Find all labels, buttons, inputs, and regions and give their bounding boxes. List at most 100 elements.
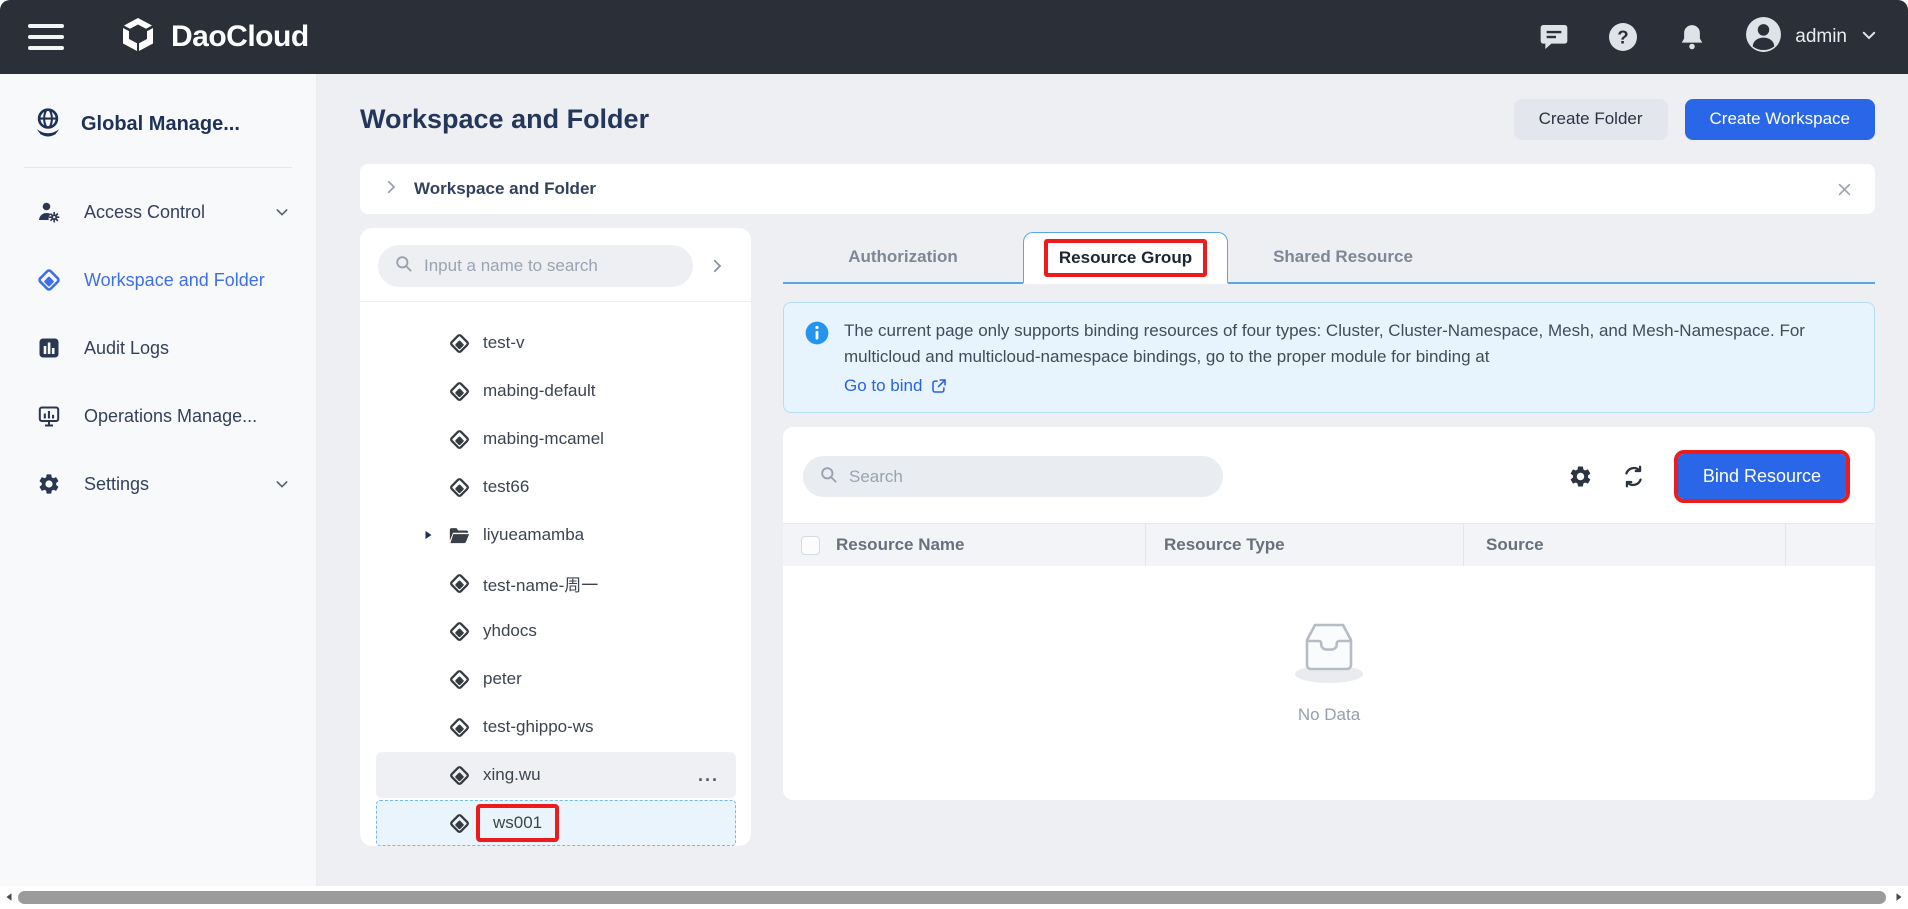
- resource-search: [803, 456, 1223, 497]
- workspace-tree-panel: test-v: [360, 228, 751, 846]
- tab-label-box: Shared Resource: [1273, 247, 1413, 267]
- tree-item[interactable]: yhdocs: [376, 608, 736, 654]
- info-alert: The current page only supports binding r…: [783, 302, 1875, 413]
- tree-item[interactable]: test66: [376, 464, 736, 510]
- tree-item[interactable]: peter: [376, 656, 736, 702]
- horizontal-scrollbar: [0, 886, 1908, 909]
- tree-item-icon: [448, 716, 470, 738]
- tree-item[interactable]: mabing-mcamel: [376, 416, 736, 462]
- tree-item-icon: [448, 668, 470, 690]
- tree-item-label: xing.wu: [483, 765, 541, 785]
- notifications-bell-icon[interactable]: [1676, 21, 1708, 53]
- bind-resource-button[interactable]: Bind Resource: [1678, 454, 1846, 499]
- table-settings-gear-icon[interactable]: [1568, 464, 1594, 490]
- tree-item[interactable]: liyueamamba: [376, 512, 736, 558]
- chevron-down-icon: [1860, 26, 1878, 49]
- chevron-down-icon: [274, 204, 290, 220]
- expand-arrow-icon[interactable]: [422, 529, 436, 541]
- help-icon[interactable]: ?: [1607, 21, 1639, 53]
- sidebar-item[interactable]: Access Control: [0, 178, 316, 246]
- sidebar-item-label: Audit Logs: [84, 338, 169, 359]
- user-menu[interactable]: admin: [1745, 16, 1878, 58]
- tree-search: [378, 245, 693, 287]
- table-body: No Data: [783, 566, 1875, 800]
- tree-item-label: test-ghippo-ws: [483, 717, 594, 737]
- annotation-box: Bind Resource: [1674, 450, 1850, 503]
- tree-item-icon: [448, 332, 470, 354]
- globe-icon: [32, 106, 64, 143]
- tree-item-label-box: test-name-周一: [483, 571, 598, 596]
- workspace-tree: test-v: [360, 302, 751, 846]
- empty-inbox-icon: [1291, 618, 1367, 689]
- external-link-icon: [930, 377, 948, 395]
- tree-item-label: liyueamamba: [483, 525, 584, 545]
- panel-collapse-button[interactable]: [693, 245, 741, 287]
- close-icon[interactable]: [1836, 181, 1853, 198]
- more-actions-button[interactable]: ...: [698, 770, 719, 780]
- detail-tabs: Authorization Resource Group Shared Reso…: [783, 232, 1875, 284]
- column-actions: [1785, 524, 1875, 566]
- tree-item-icon: [448, 428, 470, 450]
- sidebar-item[interactable]: Audit Logs: [0, 314, 316, 382]
- info-icon: [804, 318, 830, 399]
- page-title: Workspace and Folder: [360, 104, 649, 135]
- column-resource-type: Resource Type: [1145, 524, 1463, 566]
- tree-item[interactable]: test-v: [376, 320, 736, 366]
- topbar: DaoCloud ?: [0, 0, 1908, 74]
- sidebar-nav: Access Control: [0, 178, 316, 518]
- tree-item-label-box: mabing-default: [483, 381, 595, 401]
- refresh-icon[interactable]: [1621, 464, 1647, 490]
- alert-text: The current page only supports binding r…: [844, 321, 1805, 366]
- tab[interactable]: Resource Group: [1023, 232, 1228, 284]
- go-to-bind-link[interactable]: Go to bind: [844, 373, 948, 399]
- tree-item[interactable]: mabing-default: [376, 368, 736, 414]
- messages-icon[interactable]: [1538, 21, 1570, 53]
- tree-item-icon: [448, 380, 470, 402]
- create-workspace-button[interactable]: Create Workspace: [1685, 99, 1875, 140]
- sidebar-item[interactable]: Workspace and Folder: [0, 246, 316, 314]
- sidebar-item[interactable]: Operations Manage...: [0, 382, 316, 450]
- tree-item-label: ws001: [493, 813, 542, 833]
- go-to-bind-label: Go to bind: [844, 373, 922, 399]
- tree-item-label-box: test-v: [483, 333, 525, 353]
- tree-item-icon: [448, 572, 470, 594]
- tree-item[interactable]: ws001: [376, 800, 736, 846]
- tree-item[interactable]: test-name-周一: [376, 560, 736, 606]
- tab[interactable]: Shared Resource: [1228, 232, 1458, 282]
- column-source: Source: [1463, 524, 1785, 566]
- create-folder-button[interactable]: Create Folder: [1514, 99, 1668, 140]
- tree-item-label: test-v: [483, 333, 525, 353]
- chevron-right-icon: [382, 178, 400, 201]
- sidebar-item-icon: [37, 268, 61, 292]
- resource-search-input[interactable]: [847, 466, 1207, 488]
- tree-search-input[interactable]: [422, 255, 677, 277]
- tab-label: Resource Group: [1059, 248, 1192, 268]
- sidebar-divider: [24, 167, 292, 168]
- sidebar-item-label: Settings: [84, 474, 149, 495]
- tab-label: Authorization: [848, 247, 958, 267]
- scroll-right-arrow[interactable]: [1892, 890, 1906, 904]
- scroll-left-arrow[interactable]: [2, 890, 16, 904]
- tree-item-label-box: peter: [483, 669, 522, 689]
- hamburger-menu-icon[interactable]: [28, 24, 64, 50]
- scrollbar-thumb[interactable]: [18, 891, 1886, 904]
- tab-label: Shared Resource: [1273, 247, 1413, 267]
- tab[interactable]: Authorization: [783, 232, 1023, 282]
- brand-logo: DaoCloud: [118, 15, 309, 60]
- main-content: Workspace and Folder Create Folder Creat…: [317, 74, 1908, 886]
- sidebar-module-header[interactable]: Global Manage...: [0, 74, 316, 143]
- sidebar-item[interactable]: Settings: [0, 450, 316, 518]
- tree-item-label: peter: [483, 669, 522, 689]
- search-icon: [819, 465, 838, 489]
- tree-item-label-box: yhdocs: [483, 621, 537, 641]
- tree-item[interactable]: xing.wu ...: [376, 752, 736, 798]
- tree-item-label: yhdocs: [483, 621, 537, 641]
- select-all-checkbox[interactable]: [801, 536, 820, 555]
- tree-item-label: test-name-周一: [483, 571, 598, 596]
- tree-item[interactable]: test-ghippo-ws: [376, 704, 736, 750]
- tab-label-box: Resource Group: [1044, 239, 1207, 277]
- tree-item-icon: [448, 620, 470, 642]
- breadcrumb-label[interactable]: Workspace and Folder: [414, 179, 596, 199]
- sidebar-item-label: Access Control: [84, 202, 205, 223]
- resource-table-card: Bind Resource Resource Name Resource Typ…: [783, 427, 1875, 800]
